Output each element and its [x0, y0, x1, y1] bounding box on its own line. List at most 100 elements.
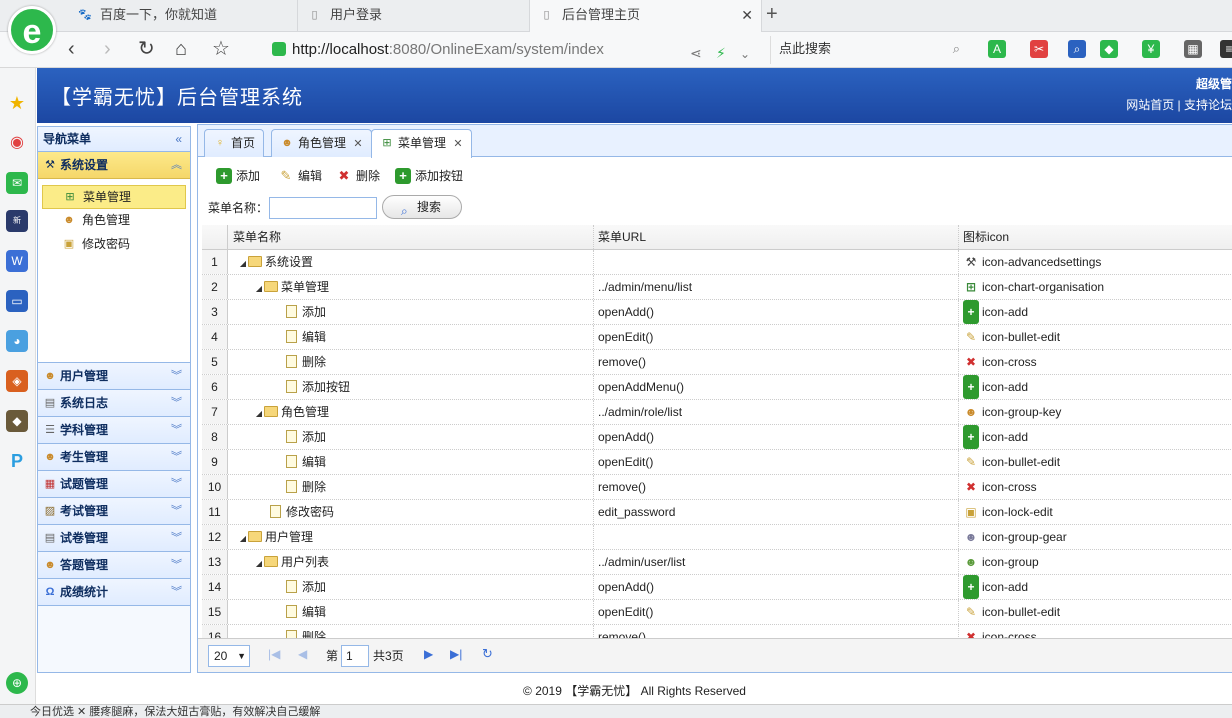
weibo-icon[interactable]: ◉ — [6, 132, 28, 154]
bolt-icon[interactable]: ⚡ — [716, 41, 726, 65]
page-number-input[interactable]: 1 — [341, 645, 369, 667]
pager: 20 ▼ |◀ ◀ 第 1 共3页 ▶ ▶| ↻ — [198, 638, 1232, 672]
add-menu-button[interactable]: + 添加按钮 — [395, 165, 463, 187]
collapse-icon[interactable]: « — [175, 127, 182, 151]
table-row[interactable]: 8 添加 openAdd() + icon-add — [202, 425, 1232, 450]
table-row[interactable]: 1 ◢ 系统设置 ⚒ icon-advancedsettings — [202, 250, 1232, 275]
edit-button[interactable]: ✎ 编辑 — [278, 165, 322, 187]
table-row[interactable]: 7 ◢ 角色管理 ../admin/role/list ☻ icon-group-key — [202, 400, 1232, 425]
table-row[interactable]: 13 ◢ 用户列表 ../admin/user/list ☻ icon-group — [202, 550, 1232, 575]
game-b-icon[interactable]: ◆ — [6, 410, 28, 432]
add-button[interactable]: + 添加 — [216, 165, 260, 187]
refresh-icon[interactable]: ↻ — [482, 646, 493, 662]
page-size-select[interactable]: 20 ▼ — [208, 645, 250, 667]
expand-toggle-icon[interactable]: ◢ — [254, 402, 264, 424]
table-row[interactable]: 12 ◢ 用户管理 ☻ icon-group-gear — [202, 525, 1232, 550]
sidebar-group-system[interactable]: ⚒ 系统设置 ︽ — [38, 152, 190, 179]
icon-class-name: icon-add — [982, 430, 1029, 444]
menu-icon[interactable]: ≡ — [1220, 40, 1232, 58]
sidebar-group-exams[interactable]: ▨ 考试管理 ︾ — [38, 498, 190, 525]
table-row[interactable]: 9 编辑 openEdit() ✎ icon-bullet-edit — [202, 450, 1232, 475]
game-bird-icon[interactable]: ◕ — [6, 330, 28, 352]
tab-role[interactable]: ☻ 角色管理 ✕ — [271, 129, 372, 157]
close-tab-icon[interactable]: ✕ — [741, 0, 753, 30]
star-icon[interactable]: ☆ — [212, 37, 230, 61]
group-label: 成绩统计 — [60, 585, 109, 599]
search-placeholder: 点此搜索 — [779, 41, 832, 56]
table-row[interactable]: 10 删除 remove() ✖ icon-cross — [202, 475, 1232, 500]
folder-icon — [264, 556, 278, 567]
new-tab-icon[interactable]: + — [766, 3, 778, 26]
table-row[interactable]: 14 添加 openAdd() + icon-add — [202, 575, 1232, 600]
sidebar-item-role[interactable]: ☻ 角色管理 — [42, 209, 186, 233]
gamepad-icon[interactable]: ◆ — [1100, 40, 1118, 58]
grid-icon[interactable]: ▦ — [1184, 40, 1202, 58]
prev-page-icon[interactable]: ◀ — [298, 647, 307, 661]
expand-toggle-icon[interactable]: ◢ — [254, 277, 264, 299]
header-links[interactable]: 网站首页 | 支持论坛 — [1126, 96, 1232, 113]
tab-home[interactable]: ♀ 首页 — [204, 129, 265, 157]
close-icon[interactable]: ✕ — [353, 138, 362, 150]
scissors-icon[interactable]: ✂ — [1030, 40, 1048, 58]
chevron-down-icon[interactable]: ⌄ — [740, 42, 750, 66]
forward-icon[interactable]: › — [104, 37, 111, 61]
column-header-name[interactable]: 菜单名称 — [228, 225, 594, 249]
table-row[interactable]: 2 ◢ 菜单管理 ../admin/menu/list ⊞ icon-chart-orga… — [202, 275, 1232, 300]
back-icon[interactable]: ‹ — [68, 37, 75, 61]
expand-toggle-icon[interactable]: ◢ — [238, 527, 248, 549]
sidebar-group-logs[interactable]: ▤ 系统日志 ︾ — [38, 390, 190, 417]
sidebar-group-papers[interactable]: ▤ 试卷管理 ︾ — [38, 525, 190, 552]
home-icon[interactable]: ⌂ — [175, 37, 187, 61]
close-icon[interactable]: ✕ — [453, 138, 462, 150]
news-icon[interactable]: 新 — [6, 210, 28, 232]
search-box[interactable]: 点此搜索 ⌕ — [770, 36, 970, 64]
sidebar-group-users[interactable]: ☻ 用户管理 ︾ — [38, 363, 190, 390]
table-row[interactable]: 4 编辑 openEdit() ✎ icon-bullet-edit — [202, 325, 1232, 350]
headset-icon: Ω — [45, 586, 55, 598]
first-page-icon[interactable]: |◀ — [268, 647, 280, 661]
list-icon: ☰ — [45, 424, 55, 436]
sidebar-group-scores[interactable]: Ω 成绩统计 ︾ — [38, 579, 190, 606]
group-key-icon: ☻ — [281, 137, 293, 149]
money-icon[interactable]: ¥ — [1142, 40, 1160, 58]
browser-logo-icon[interactable]: e — [8, 6, 56, 54]
table-row[interactable]: 16 删除 remove() ✖ icon-cross — [202, 625, 1232, 639]
reload-icon[interactable]: ↻ — [138, 37, 155, 61]
word-icon[interactable]: W — [6, 250, 28, 272]
expand-toggle-icon[interactable]: ◢ — [238, 252, 248, 274]
extension-a-icon[interactable]: A — [988, 40, 1006, 58]
sidebar-group-answers[interactable]: ☻ 答题管理 ︾ — [38, 552, 190, 579]
p-app-icon[interactable]: P — [6, 450, 28, 472]
share-icon[interactable]: ⋖ — [690, 41, 702, 65]
tab-menu[interactable]: ⊞ 菜单管理 ✕ — [371, 129, 472, 158]
expand-toggle-icon[interactable]: ◢ — [254, 552, 264, 574]
sidebar-group-questions[interactable]: ▦ 试题管理 ︾ — [38, 471, 190, 498]
next-page-icon[interactable]: ▶ — [424, 647, 433, 661]
column-header-url[interactable]: 菜单URL — [594, 225, 959, 249]
table-row[interactable]: 15 编辑 openEdit() ✎ icon-bullet-edit — [202, 600, 1232, 625]
browser-tab-login[interactable]: ▯ 用户登录 — [298, 0, 530, 32]
address-bar[interactable]: http://localhost:8080/OnlineExam/system/… — [262, 36, 762, 64]
table-row[interactable]: 5 删除 remove() ✖ icon-cross — [202, 350, 1232, 375]
sidebar-group-subjects[interactable]: ☰ 学科管理 ︾ — [38, 417, 190, 444]
browser-tab-admin[interactable]: ▯ 后台管理主页 ✕ — [530, 0, 762, 33]
browser-tab-baidu[interactable]: 🐾 百度一下，你就知道 — [68, 0, 298, 32]
plugin-icon[interactable]: ⊕ — [6, 672, 28, 694]
chat-icon[interactable]: ▭ — [6, 290, 28, 312]
table-row[interactable]: 3 添加 openAdd() + icon-add — [202, 300, 1232, 325]
game-a-icon[interactable]: ◈ — [6, 370, 28, 392]
column-header-icon[interactable]: 图标icon — [959, 225, 1232, 249]
magnifier-icon[interactable]: ⌕ — [1068, 40, 1086, 58]
favorites-icon[interactable]: ★ — [6, 92, 28, 114]
menu-name-input[interactable] — [269, 197, 377, 219]
delete-button[interactable]: ✖ 删除 — [336, 165, 380, 187]
table-row[interactable]: 11 修改密码 edit_password ▣ icon-lock-edit — [202, 500, 1232, 525]
mail-icon[interactable]: ✉ — [6, 172, 28, 194]
sidebar-item-password[interactable]: ▣ 修改密码 — [42, 233, 186, 257]
header-user[interactable]: 超级管 — [1196, 75, 1232, 92]
table-row[interactable]: 6 添加按钮 openAddMenu() + icon-add — [202, 375, 1232, 400]
search-button[interactable]: ⌕ 搜索 — [382, 195, 462, 219]
sidebar-item-menu[interactable]: ⊞ 菜单管理 — [42, 185, 186, 209]
last-page-icon[interactable]: ▶| — [450, 647, 462, 661]
sidebar-group-students[interactable]: ☻ 考生管理 ︾ — [38, 444, 190, 471]
